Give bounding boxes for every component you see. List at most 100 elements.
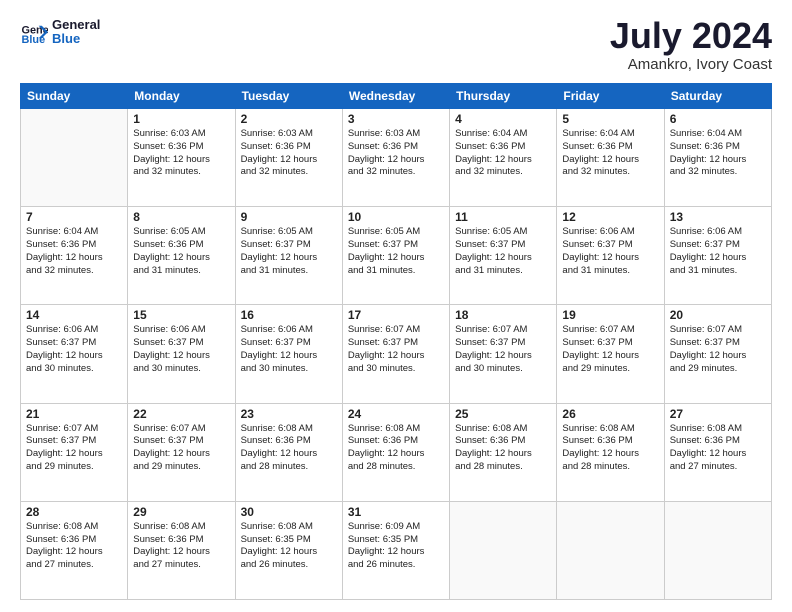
title-block: July 2024 Amankro, Ivory Coast <box>610 18 772 73</box>
calendar-cell: 17 Sunrise: 6:07 AM Sunset: 6:37 PM Dayli… <box>342 305 449 403</box>
day-info: Sunrise: 6:09 AM Sunset: 6:35 PM Dayligh… <box>348 521 444 572</box>
day-number: 15 <box>133 308 229 322</box>
calendar-week-row: 1 Sunrise: 6:03 AM Sunset: 6:36 PM Daylig… <box>21 109 772 207</box>
day-number: 11 <box>455 210 551 224</box>
day-number: 14 <box>26 308 122 322</box>
day-number: 7 <box>26 210 122 224</box>
day-number: 22 <box>133 407 229 421</box>
weekday-header-cell: Wednesday <box>342 84 449 109</box>
calendar-cell <box>450 501 557 599</box>
day-info: Sunrise: 6:07 AM Sunset: 6:37 PM Dayligh… <box>26 423 122 474</box>
calendar-cell: 7 Sunrise: 6:04 AM Sunset: 6:36 PM Daylig… <box>21 207 128 305</box>
calendar-cell: 5 Sunrise: 6:04 AM Sunset: 6:36 PM Daylig… <box>557 109 664 207</box>
day-info: Sunrise: 6:06 AM Sunset: 6:37 PM Dayligh… <box>26 324 122 375</box>
day-number: 8 <box>133 210 229 224</box>
calendar-cell: 16 Sunrise: 6:06 AM Sunset: 6:37 PM Dayli… <box>235 305 342 403</box>
day-info: Sunrise: 6:07 AM Sunset: 6:37 PM Dayligh… <box>348 324 444 375</box>
day-info: Sunrise: 6:04 AM Sunset: 6:36 PM Dayligh… <box>562 128 658 179</box>
logo-blue: Blue <box>52 32 100 46</box>
calendar-cell: 2 Sunrise: 6:03 AM Sunset: 6:36 PM Daylig… <box>235 109 342 207</box>
weekday-header-cell: Monday <box>128 84 235 109</box>
day-info: Sunrise: 6:08 AM Sunset: 6:36 PM Dayligh… <box>562 423 658 474</box>
day-number: 26 <box>562 407 658 421</box>
calendar-cell: 20 Sunrise: 6:07 AM Sunset: 6:37 PM Dayli… <box>664 305 771 403</box>
day-number: 18 <box>455 308 551 322</box>
day-number: 3 <box>348 112 444 126</box>
calendar-cell: 30 Sunrise: 6:08 AM Sunset: 6:35 PM Dayli… <box>235 501 342 599</box>
calendar-cell <box>664 501 771 599</box>
logo-icon: General Blue <box>20 18 48 46</box>
day-number: 10 <box>348 210 444 224</box>
calendar-cell: 11 Sunrise: 6:05 AM Sunset: 6:37 PM Dayli… <box>450 207 557 305</box>
day-number: 17 <box>348 308 444 322</box>
day-info: Sunrise: 6:08 AM Sunset: 6:36 PM Dayligh… <box>670 423 766 474</box>
day-info: Sunrise: 6:05 AM Sunset: 6:37 PM Dayligh… <box>455 226 551 277</box>
day-info: Sunrise: 6:08 AM Sunset: 6:36 PM Dayligh… <box>26 521 122 572</box>
day-info: Sunrise: 6:08 AM Sunset: 6:36 PM Dayligh… <box>241 423 337 474</box>
day-info: Sunrise: 6:05 AM Sunset: 6:36 PM Dayligh… <box>133 226 229 277</box>
day-info: Sunrise: 6:04 AM Sunset: 6:36 PM Dayligh… <box>670 128 766 179</box>
calendar-cell: 8 Sunrise: 6:05 AM Sunset: 6:36 PM Daylig… <box>128 207 235 305</box>
day-info: Sunrise: 6:05 AM Sunset: 6:37 PM Dayligh… <box>241 226 337 277</box>
weekday-header-cell: Sunday <box>21 84 128 109</box>
day-info: Sunrise: 6:03 AM Sunset: 6:36 PM Dayligh… <box>241 128 337 179</box>
calendar-cell: 28 Sunrise: 6:08 AM Sunset: 6:36 PM Dayli… <box>21 501 128 599</box>
calendar-cell: 18 Sunrise: 6:07 AM Sunset: 6:37 PM Dayli… <box>450 305 557 403</box>
logo-general: General <box>52 18 100 32</box>
day-info: Sunrise: 6:06 AM Sunset: 6:37 PM Dayligh… <box>241 324 337 375</box>
day-info: Sunrise: 6:07 AM Sunset: 6:37 PM Dayligh… <box>455 324 551 375</box>
day-number: 23 <box>241 407 337 421</box>
logo: General Blue General Blue <box>20 18 100 47</box>
day-info: Sunrise: 6:05 AM Sunset: 6:37 PM Dayligh… <box>348 226 444 277</box>
day-info: Sunrise: 6:03 AM Sunset: 6:36 PM Dayligh… <box>133 128 229 179</box>
day-number: 2 <box>241 112 337 126</box>
calendar-week-row: 28 Sunrise: 6:08 AM Sunset: 6:36 PM Dayli… <box>21 501 772 599</box>
day-info: Sunrise: 6:06 AM Sunset: 6:37 PM Dayligh… <box>562 226 658 277</box>
day-number: 25 <box>455 407 551 421</box>
calendar-cell: 15Sunrise: 6:06 AM Sunset: 6:37 PM Dayli… <box>128 305 235 403</box>
day-number: 1 <box>133 112 229 126</box>
day-number: 20 <box>670 308 766 322</box>
calendar-cell: 14 Sunrise: 6:06 AM Sunset: 6:37 PM Dayli… <box>21 305 128 403</box>
day-number: 4 <box>455 112 551 126</box>
calendar-cell: 13 Sunrise: 6:06 AM Sunset: 6:37 PM Dayli… <box>664 207 771 305</box>
day-info: Sunrise: 6:04 AM Sunset: 6:36 PM Dayligh… <box>26 226 122 277</box>
day-number: 13 <box>670 210 766 224</box>
weekday-header-cell: Saturday <box>664 84 771 109</box>
calendar-cell: 9 Sunrise: 6:05 AM Sunset: 6:37 PM Daylig… <box>235 207 342 305</box>
day-info: Sunrise: 6:08 AM Sunset: 6:36 PM Dayligh… <box>133 521 229 572</box>
day-number: 21 <box>26 407 122 421</box>
day-number: 9 <box>241 210 337 224</box>
day-number: 30 <box>241 505 337 519</box>
calendar-cell: 10 Sunrise: 6:05 AM Sunset: 6:37 PM Dayli… <box>342 207 449 305</box>
calendar-week-row: 7 Sunrise: 6:04 AM Sunset: 6:36 PM Daylig… <box>21 207 772 305</box>
calendar-cell: 25 Sunrise: 6:08 AM Sunset: 6:36 PM Dayli… <box>450 403 557 501</box>
day-number: 29 <box>133 505 229 519</box>
calendar-cell <box>557 501 664 599</box>
calendar-body: 1 Sunrise: 6:03 AM Sunset: 6:36 PM Daylig… <box>21 109 772 600</box>
day-number: 24 <box>348 407 444 421</box>
calendar-cell: 4Sunrise: 6:04 AM Sunset: 6:36 PM Daylig… <box>450 109 557 207</box>
day-number: 6 <box>670 112 766 126</box>
day-info: Sunrise: 6:08 AM Sunset: 6:35 PM Dayligh… <box>241 521 337 572</box>
calendar-cell: 24Sunrise: 6:08 AM Sunset: 6:36 PM Dayli… <box>342 403 449 501</box>
day-info: Sunrise: 6:07 AM Sunset: 6:37 PM Dayligh… <box>133 423 229 474</box>
day-info: Sunrise: 6:08 AM Sunset: 6:36 PM Dayligh… <box>455 423 551 474</box>
calendar-table: SundayMondayTuesdayWednesdayThursdayFrid… <box>20 83 772 600</box>
day-info: Sunrise: 6:07 AM Sunset: 6:37 PM Dayligh… <box>670 324 766 375</box>
calendar-cell: 6 Sunrise: 6:04 AM Sunset: 6:36 PM Daylig… <box>664 109 771 207</box>
calendar-cell: 23 Sunrise: 6:08 AM Sunset: 6:36 PM Dayli… <box>235 403 342 501</box>
day-info: Sunrise: 6:06 AM Sunset: 6:37 PM Dayligh… <box>670 226 766 277</box>
day-number: 16 <box>241 308 337 322</box>
calendar-cell: 21 Sunrise: 6:07 AM Sunset: 6:37 PM Dayli… <box>21 403 128 501</box>
calendar-week-row: 21 Sunrise: 6:07 AM Sunset: 6:37 PM Dayli… <box>21 403 772 501</box>
day-number: 31 <box>348 505 444 519</box>
calendar-cell: 31 Sunrise: 6:09 AM Sunset: 6:35 PM Dayli… <box>342 501 449 599</box>
weekday-header-cell: Tuesday <box>235 84 342 109</box>
day-number: 5 <box>562 112 658 126</box>
calendar-cell: 19Sunrise: 6:07 AM Sunset: 6:37 PM Dayli… <box>557 305 664 403</box>
calendar-cell: 22 Sunrise: 6:07 AM Sunset: 6:37 PM Dayli… <box>128 403 235 501</box>
calendar-cell: 26 Sunrise: 6:08 AM Sunset: 6:36 PM Dayli… <box>557 403 664 501</box>
day-number: 28 <box>26 505 122 519</box>
logo-text: General Blue <box>52 18 100 47</box>
